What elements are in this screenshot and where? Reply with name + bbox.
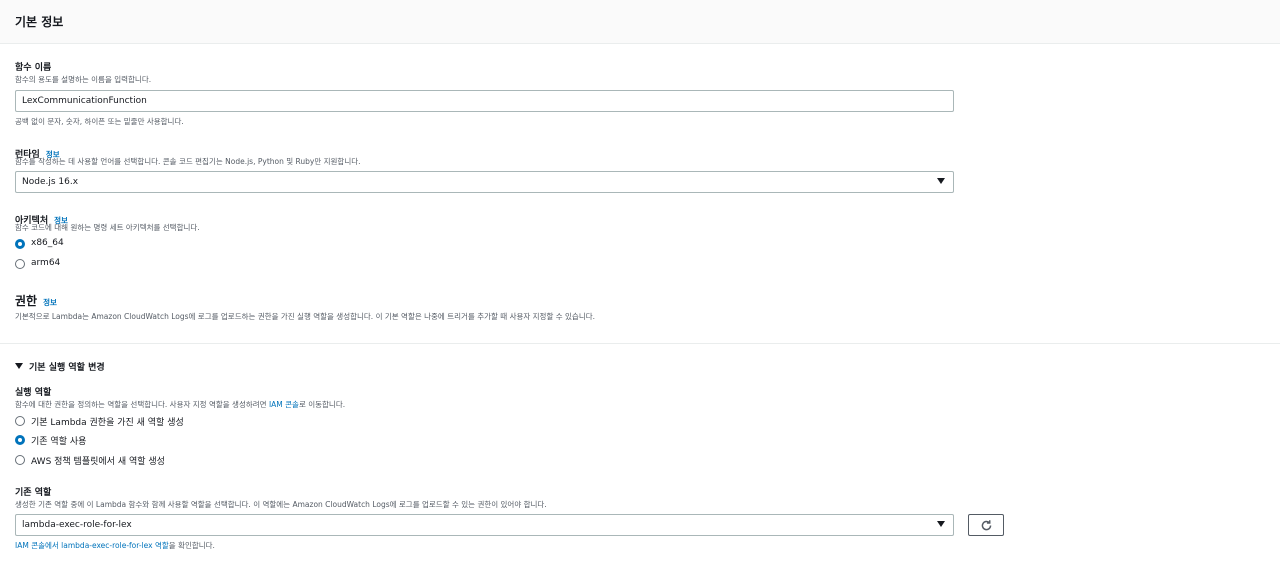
radio-policy-template-label: AWS 정책 템플릿에서 새 역할 생성 <box>31 457 165 467</box>
panel-header: 기본 정보 <box>0 0 1280 44</box>
radio-unchecked-icon <box>15 259 25 269</box>
existing-role-label: 기존 역할 <box>15 488 52 498</box>
existing-role-link-suffix: 을 확인합니다. <box>168 541 215 550</box>
exec-role-description: 함수에 대한 권한을 정의하는 역할을 선택합니다. 사용자 지정 역할을 생성… <box>15 399 345 410</box>
permissions-description: 기본적으로 Lambda는 Amazon CloudWatch Logs에 로그… <box>15 312 595 321</box>
panel-title: 기본 정보 <box>15 15 64 29</box>
function-name-label: 함수 이름 <box>15 63 52 73</box>
function-name-description: 함수의 용도를 설명하는 이름을 입력합니다. <box>15 75 152 84</box>
exec-role-desc-text: 함수에 대한 권한을 정의하는 역할을 선택합니다. 사용자 지정 역할을 생성… <box>15 400 269 409</box>
chevron-down-icon <box>937 178 945 184</box>
radio-checked-icon <box>15 239 25 249</box>
function-name-input[interactable]: LexCommunicationFunction <box>15 90 954 112</box>
radio-arm64-label: arm64 <box>31 258 61 268</box>
section-divider <box>0 343 1280 344</box>
permissions-title-row: 권한 정보 <box>15 290 57 309</box>
radio-unchecked-icon <box>15 455 25 465</box>
permissions-title: 권한 <box>15 294 38 308</box>
existing-role-description: 생성한 기존 역할 중에 이 Lambda 함수와 함께 사용할 역할을 선택합… <box>15 500 547 509</box>
existing-role-link-row: IAM 콘솔에서 lambda-exec-role-for-lex 역할을 확인… <box>15 540 215 551</box>
caret-down-icon <box>15 363 23 369</box>
existing-role-select[interactable]: lambda-exec-role-for-lex <box>15 514 954 536</box>
existing-role-select-value: lambda-exec-role-for-lex <box>22 520 132 530</box>
radio-checked-icon <box>15 435 25 445</box>
existing-role-iam-link[interactable]: IAM 콘솔에서 lambda-exec-role-for-lex 역할 <box>15 541 169 550</box>
change-role-toggle-label: 기본 실행 역할 변경 <box>29 363 105 373</box>
refresh-button[interactable] <box>968 514 1004 536</box>
exec-role-label: 실행 역할 <box>15 388 52 398</box>
radio-existing-role-label: 기존 역할 사용 <box>31 437 87 447</box>
radio-unchecked-icon <box>15 416 25 426</box>
runtime-select-value: Node.js 16.x <box>22 177 79 187</box>
radio-new-role-label: 기본 Lambda 권한을 가진 새 역할 생성 <box>31 418 184 428</box>
permissions-info-link[interactable]: 정보 <box>43 298 57 307</box>
architecture-description: 함수 코드에 대해 원하는 명령 세트 아키텍처를 선택합니다. <box>15 223 200 232</box>
function-name-hint: 공백 없이 문자, 숫자, 하이픈 또는 밑줄만 사용합니다. <box>15 117 184 126</box>
chevron-down-icon <box>937 521 945 527</box>
iam-console-link[interactable]: IAM 콘솔 <box>269 400 299 409</box>
refresh-icon <box>981 519 991 530</box>
runtime-select[interactable]: Node.js 16.x <box>15 171 954 193</box>
radio-x86-64-label: x86_64 <box>31 238 64 248</box>
exec-role-desc-suffix: 로 이동합니다. <box>298 400 346 409</box>
runtime-description: 함수를 작성하는 데 사용할 언어를 선택합니다. 콘솔 코드 편집기는 Nod… <box>15 157 361 166</box>
